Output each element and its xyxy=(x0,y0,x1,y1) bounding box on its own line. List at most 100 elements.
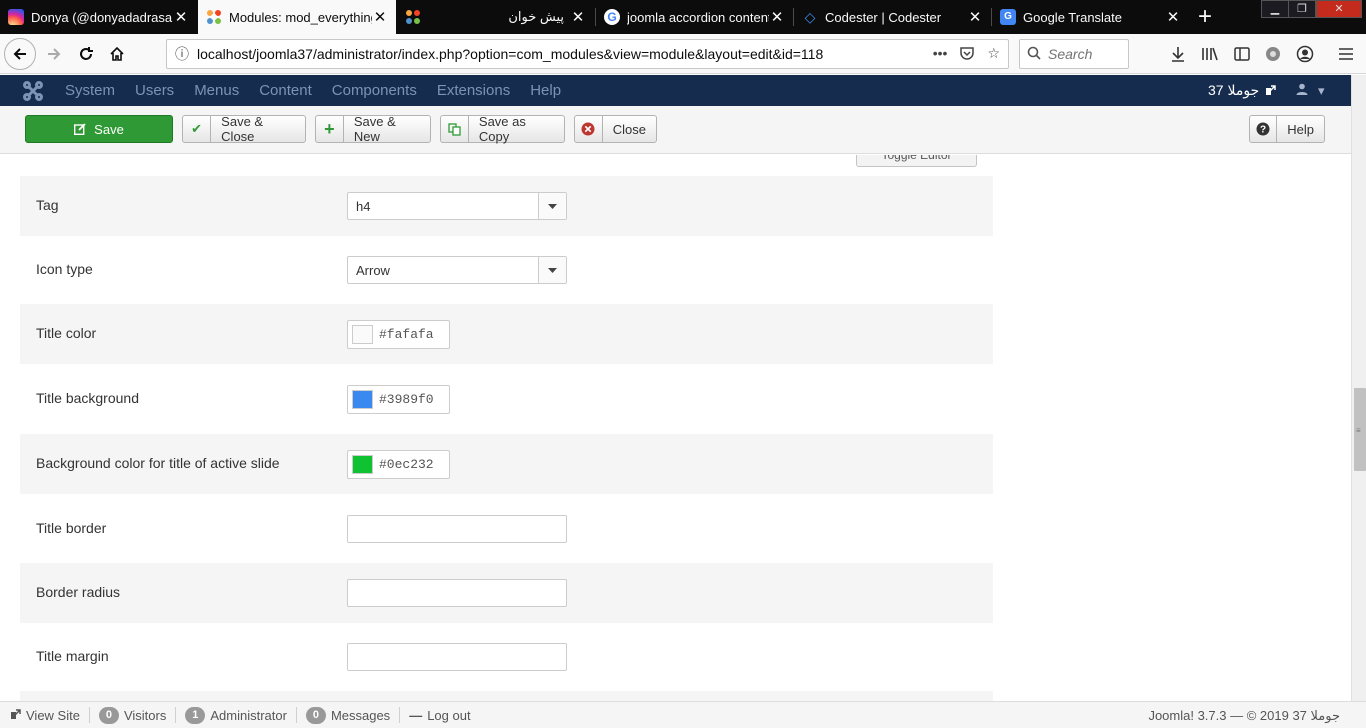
edit-icon xyxy=(74,123,86,135)
menu-components[interactable]: Components xyxy=(322,82,427,99)
view-site-label: View Site xyxy=(26,707,80,723)
back-arrow-icon xyxy=(13,48,26,60)
tab-google-search[interactable]: G joomla accordion content ✕ xyxy=(596,0,793,34)
close-icon[interactable]: ✕ xyxy=(570,8,586,26)
close-icon[interactable]: ✕ xyxy=(372,8,388,26)
close-icon[interactable]: ✕ xyxy=(1165,8,1181,26)
admin-status: 1 Administrator xyxy=(176,706,297,724)
bookmark-star-icon[interactable]: ☆ xyxy=(987,45,1000,64)
field-row-title-border: Title border xyxy=(20,499,993,559)
menu-menus[interactable]: Menus xyxy=(184,82,249,99)
tab-joomla-rtl[interactable]: پیش خوان ✕ xyxy=(397,0,594,34)
close-icon[interactable]: ✕ xyxy=(769,8,785,26)
field-row-border-radius: Border radius xyxy=(20,563,993,623)
messages-badge: 0 xyxy=(305,706,326,724)
messages-status[interactable]: 0 Messages xyxy=(297,706,401,724)
menu-extensions[interactable]: Extensions xyxy=(427,82,520,99)
back-button[interactable] xyxy=(4,38,36,70)
close-icon[interactable]: ✕ xyxy=(173,8,189,26)
menu-content[interactable]: Content xyxy=(249,82,322,99)
external-link-icon xyxy=(1265,83,1276,99)
tab-instagram[interactable]: Donya (@donyadadrasan) ✕ xyxy=(0,0,197,34)
color-swatch[interactable] xyxy=(352,390,373,409)
page-scrollbar[interactable]: ≡ xyxy=(1351,75,1366,701)
joomla-logo-icon[interactable] xyxy=(22,80,44,102)
close-window-button[interactable]: ✕ xyxy=(1316,0,1362,18)
field-row-active-bg: Background color for title of active sli… xyxy=(20,434,993,494)
field-row-title-margin: Title margin xyxy=(20,627,993,687)
save-button[interactable]: Save xyxy=(25,115,173,143)
browser-navbar: ⓘ localhost/joomla37/administrator/index… xyxy=(0,34,1366,74)
field-row-title-background: Title background #3989f0 xyxy=(20,369,993,429)
menu-users[interactable]: Users xyxy=(125,82,184,99)
field-label: Title margin xyxy=(36,648,109,664)
external-link-icon xyxy=(10,708,21,723)
color-value[interactable]: #3989f0 xyxy=(379,392,434,407)
color-swatch[interactable] xyxy=(352,325,373,344)
view-site-link[interactable]: View Site xyxy=(0,707,90,723)
downloads-icon[interactable] xyxy=(1167,43,1189,65)
account-icon[interactable] xyxy=(1294,43,1316,65)
tab-codester[interactable]: ◇ Codester | Codester ✕ xyxy=(794,0,991,34)
user-icon xyxy=(1296,83,1308,98)
color-value[interactable]: #0ec232 xyxy=(379,457,434,472)
save-copy-label: Save as Copy xyxy=(478,114,526,144)
hamburger-menu-icon[interactable] xyxy=(1335,43,1357,65)
search-input[interactable]: Search xyxy=(1019,39,1129,69)
svg-text:?: ? xyxy=(1260,125,1266,136)
home-button[interactable] xyxy=(102,39,132,69)
close-label: Close xyxy=(612,121,646,137)
close-button[interactable]: Close xyxy=(574,115,657,143)
copyright-text: Joomla! 3.7.3 — © 2019 جوملا 37 xyxy=(1148,708,1340,723)
pocket-icon[interactable] xyxy=(959,45,975,64)
border-radius-input[interactable] xyxy=(347,579,567,607)
color-value[interactable]: #fafafa xyxy=(379,327,434,342)
instagram-icon xyxy=(8,9,24,25)
forward-button[interactable] xyxy=(39,39,69,69)
page-actions-icon[interactable]: ••• xyxy=(933,45,948,64)
save-copy-button[interactable]: Save as Copy xyxy=(440,114,565,144)
url-bar[interactable]: ⓘ localhost/joomla37/administrator/index… xyxy=(166,39,1009,69)
title-color-picker[interactable]: #fafafa xyxy=(347,320,450,349)
select-value: Arrow xyxy=(356,263,390,278)
library-icon[interactable] xyxy=(1199,43,1221,65)
new-tab-button[interactable]: + xyxy=(1192,3,1218,31)
visitors-badge: 0 xyxy=(98,706,119,724)
help-label: Help xyxy=(1287,121,1314,137)
icon-type-select[interactable]: Arrow xyxy=(347,256,567,284)
question-icon: ? xyxy=(1250,116,1278,142)
reload-button[interactable] xyxy=(71,39,101,69)
logout-link[interactable]: — Log out xyxy=(400,707,479,723)
home-icon xyxy=(110,46,124,61)
minus-icon: — xyxy=(409,707,423,723)
tab-google-translate[interactable]: G Google Translate ✕ xyxy=(992,0,1189,34)
title-border-input[interactable] xyxy=(347,515,567,543)
toggle-editor-button[interactable]: Toggle Editor xyxy=(856,155,977,167)
color-swatch[interactable] xyxy=(352,455,373,474)
tag-select[interactable]: h4 xyxy=(347,192,567,220)
help-button[interactable]: ? Help xyxy=(1249,115,1325,143)
maximize-window-button[interactable]: ❐ xyxy=(1288,0,1316,18)
minimize-window-button[interactable]: ▁ xyxy=(1261,0,1289,18)
title-background-picker[interactable]: #3989f0 xyxy=(347,385,450,414)
tab-title: Codester | Codester xyxy=(825,9,942,25)
close-icon[interactable]: ✕ xyxy=(967,8,983,26)
visitors-label: Visitors xyxy=(123,707,167,723)
active-bg-picker[interactable]: #0ec232 xyxy=(347,450,450,479)
sidebar-icon[interactable] xyxy=(1231,43,1253,65)
field-label: Background color for title of active sli… xyxy=(36,455,280,471)
title-margin-input[interactable] xyxy=(347,643,567,671)
tab-title: پیش خوان xyxy=(508,9,564,24)
field-label: Title color xyxy=(36,325,97,341)
menu-system[interactable]: System xyxy=(55,82,125,99)
tab-modules[interactable]: Modules: mod_everything ✕ xyxy=(198,0,396,34)
save-close-button[interactable]: ✔ Save & Close xyxy=(182,114,306,144)
save-new-button[interactable]: + Save & New xyxy=(315,114,431,144)
user-menu[interactable]: ▾ xyxy=(1296,75,1325,106)
site-link[interactable]: جوملا 37 xyxy=(1208,75,1276,106)
info-icon[interactable]: ⓘ xyxy=(167,44,197,64)
menu-help[interactable]: Help xyxy=(520,82,571,99)
field-label: Title border xyxy=(36,520,107,536)
url-text[interactable]: localhost/joomla37/administrator/index.p… xyxy=(197,46,933,62)
extension-icon[interactable] xyxy=(1262,43,1284,65)
